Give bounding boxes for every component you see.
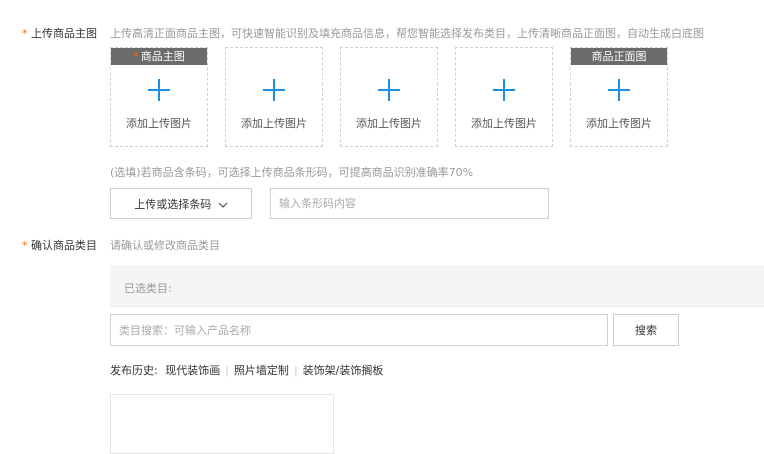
plus-icon [263,79,285,101]
slot-label: 添加上传图片 [241,117,307,130]
slot-label: 添加上传图片 [586,117,652,130]
history-item-decor-shelf[interactable]: 装饰架/装饰搁板 [303,364,384,377]
publish-history: 发布历史: 现代装饰画 | 照片墙定制 | 装饰架/装饰搁板 [110,362,383,378]
category-search-input[interactable] [110,314,608,346]
upload-slot-4[interactable]: 添加上传图片 [455,47,553,147]
plus-icon [493,79,515,101]
required-mark: * [22,27,28,40]
main-image-hint: 上传高清正面商品主图，可快速智能识别及填充商品信息，帮您智能选择发布类目，上传清… [110,27,704,40]
upload-slot-front[interactable]: 商品正面图 添加上传图片 [570,47,668,147]
main-image-label: 上传商品主图 [31,27,97,40]
slot-tag: * 商品主图 [111,48,207,65]
upload-slot-2[interactable]: 添加上传图片 [225,47,323,147]
slot-tag: 商品正面图 [571,48,667,65]
selected-category-label: 已选类目: [124,282,172,295]
slot-label: 添加上传图片 [471,117,537,130]
divider: | [293,364,298,377]
category-search-button[interactable]: 搜索 [613,314,679,346]
plus-icon [148,79,170,101]
required-mark: * [133,50,139,63]
history-item-modern-painting[interactable]: 现代装饰画 [165,364,220,377]
upload-slot-main[interactable]: * 商品主图 添加上传图片 [110,47,208,147]
slot-label: 添加上传图片 [126,117,192,130]
divider: | [225,364,229,377]
plus-icon [378,79,400,101]
category-label-row: * 确认商品类目 [22,237,97,253]
category-label: 确认商品类目 [31,239,97,252]
required-mark: * [22,239,28,252]
selected-category-box: 已选类目: [110,266,764,307]
history-label: 发布历史: [110,364,158,377]
chevron-down-icon [218,202,228,208]
category-hint: 请确认或修改商品类目 [110,239,220,252]
history-item-photo-wall[interactable]: 照片墙定制 [234,364,289,377]
upload-slot-3[interactable]: 添加上传图片 [340,47,438,147]
category-list-panel [110,394,334,454]
plus-icon [608,79,630,101]
barcode-button-label: 上传或选择条码 [134,198,212,211]
slot-label: 添加上传图片 [356,117,422,130]
main-image-label-row: * 上传商品主图 [22,25,97,41]
barcode-hint: (选填)若商品含条码，可选择上传商品条形码，可提高商品识别准确率70% [110,166,474,179]
barcode-input[interactable] [270,188,549,219]
barcode-select-button[interactable]: 上传或选择条码 [110,188,252,219]
